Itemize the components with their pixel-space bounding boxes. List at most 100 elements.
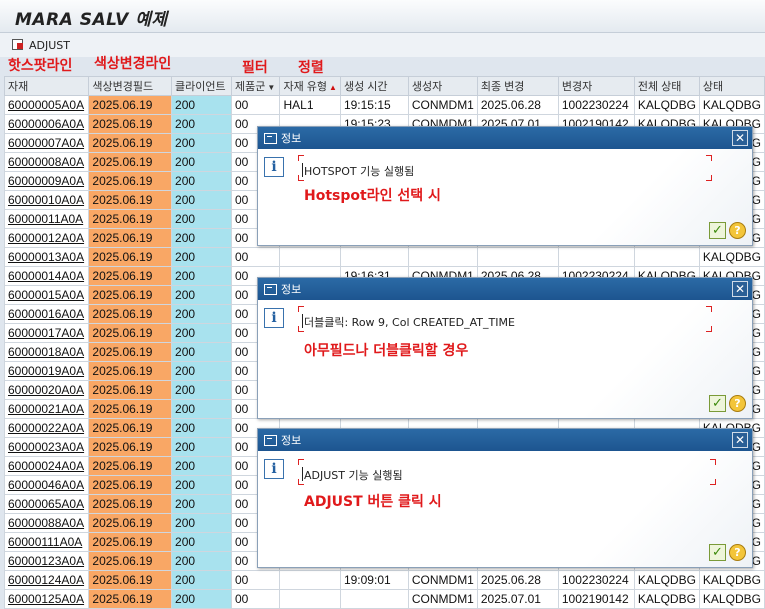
table-cell[interactable]: [557, 247, 635, 267]
table-cell[interactable]: 200: [171, 285, 232, 305]
table-row[interactable]: 60000013A0A 2025.06.19 200 00 KALQDBG: [3, 247, 765, 267]
table-cell[interactable]: KALQDBG: [633, 589, 700, 609]
table-row[interactable]: 60000124A0A 2025.06.19 200 00 19:09:01 CONMDM…: [3, 570, 765, 590]
material-hotspot-link[interactable]: 60000016A0A: [3, 304, 90, 324]
table-cell[interactable]: 00: [230, 589, 281, 609]
table-cell[interactable]: [279, 247, 341, 267]
table-cell[interactable]: 2025.06.19: [88, 418, 173, 438]
table-cell[interactable]: 2025.06.19: [88, 494, 173, 514]
table-cell[interactable]: 2025.06.28: [476, 570, 559, 590]
table-cell[interactable]: 2025.06.19: [88, 361, 173, 381]
material-hotspot-link[interactable]: 60000005A0A: [3, 95, 90, 115]
table-cell[interactable]: 00: [230, 95, 281, 115]
close-icon[interactable]: ✕: [732, 432, 748, 448]
material-hotspot-link[interactable]: 60000125A0A: [3, 589, 90, 609]
table-cell[interactable]: 2025.07.01: [476, 589, 559, 609]
table-cell[interactable]: 200: [171, 380, 232, 400]
material-hotspot-link[interactable]: 60000006A0A: [3, 114, 90, 134]
table-cell[interactable]: 200: [171, 114, 232, 134]
table-cell[interactable]: 2025.06.19: [88, 304, 173, 324]
table-cell[interactable]: 2025.06.19: [88, 570, 173, 590]
table-cell[interactable]: KALQDBG: [698, 247, 765, 267]
table-cell[interactable]: 200: [171, 456, 232, 476]
material-hotspot-link[interactable]: 60000023A0A: [3, 437, 90, 457]
table-cell[interactable]: [279, 589, 341, 609]
material-hotspot-link[interactable]: 60000124A0A: [3, 570, 90, 590]
table-cell[interactable]: 2025.06.19: [88, 247, 173, 267]
table-cell[interactable]: 200: [171, 228, 232, 248]
material-hotspot-link[interactable]: 60000111A0A: [3, 532, 90, 552]
column-header[interactable]: 클라이언트: [171, 76, 232, 96]
material-hotspot-link[interactable]: 60000088A0A: [3, 513, 90, 533]
table-cell[interactable]: 2025.06.19: [88, 285, 173, 305]
table-cell[interactable]: 2025.06.19: [88, 152, 173, 172]
table-cell[interactable]: [407, 247, 478, 267]
material-hotspot-link[interactable]: 60000009A0A: [3, 171, 90, 191]
column-header[interactable]: 제품군 ▼: [230, 76, 281, 96]
table-cell[interactable]: 200: [171, 133, 232, 153]
table-cell[interactable]: CONMDM1: [407, 95, 478, 115]
table-cell[interactable]: 2025.06.19: [88, 551, 173, 571]
material-hotspot-link[interactable]: 60000017A0A: [3, 323, 90, 343]
checkmark-icon[interactable]: ✓: [709, 544, 726, 561]
column-header[interactable]: 변경자: [557, 76, 635, 96]
table-cell[interactable]: 00: [230, 247, 281, 267]
table-cell[interactable]: CONMDM1: [407, 589, 478, 609]
column-header[interactable]: 상태: [698, 76, 765, 96]
material-hotspot-link[interactable]: 60000015A0A: [3, 285, 90, 305]
table-cell[interactable]: 1002230224: [557, 95, 635, 115]
table-cell[interactable]: [339, 247, 409, 267]
table-cell[interactable]: 2025.06.19: [88, 114, 173, 134]
table-cell[interactable]: 2025.06.19: [88, 171, 173, 191]
table-cell[interactable]: 200: [171, 266, 232, 286]
table-cell[interactable]: 200: [171, 323, 232, 343]
table-cell[interactable]: 200: [171, 304, 232, 324]
table-row[interactable]: 60000125A0A 2025.06.19 200 00 CONMDM1 2025.07…: [3, 589, 765, 609]
table-cell[interactable]: 200: [171, 532, 232, 552]
adjust-button[interactable]: ADJUST: [12, 37, 70, 53]
column-header[interactable]: 최종 변경: [476, 76, 559, 96]
checkmark-icon[interactable]: ✓: [709, 222, 726, 239]
table-cell[interactable]: [339, 589, 409, 609]
table-row[interactable]: 60000005A0A 2025.06.19 200 00 HAL1 19:15:15 CO…: [3, 95, 765, 115]
material-hotspot-link[interactable]: 60000046A0A: [3, 475, 90, 495]
material-hotspot-link[interactable]: 60000024A0A: [3, 456, 90, 476]
material-hotspot-link[interactable]: 60000011A0A: [3, 209, 90, 229]
material-hotspot-link[interactable]: 60000013A0A: [3, 247, 90, 267]
material-hotspot-link[interactable]: 60000021A0A: [3, 399, 90, 419]
table-cell[interactable]: 200: [171, 494, 232, 514]
table-cell[interactable]: 2025.06.19: [88, 323, 173, 343]
table-cell[interactable]: 00: [230, 570, 281, 590]
table-cell[interactable]: 2025.06.19: [88, 95, 173, 115]
material-hotspot-link[interactable]: 60000010A0A: [3, 190, 90, 210]
checkmark-icon[interactable]: ✓: [709, 395, 726, 412]
table-cell[interactable]: 2025.06.19: [88, 133, 173, 153]
table-cell[interactable]: KALQDBG: [633, 570, 700, 590]
column-header[interactable]: 색상변경필드: [88, 76, 173, 96]
table-cell[interactable]: HAL1: [279, 95, 341, 115]
table-cell[interactable]: 19:09:01: [339, 570, 409, 590]
material-hotspot-link[interactable]: 60000022A0A: [3, 418, 90, 438]
table-cell[interactable]: 2025.06.19: [88, 190, 173, 210]
table-cell[interactable]: [633, 247, 700, 267]
table-cell[interactable]: 200: [171, 190, 232, 210]
table-cell[interactable]: 2025.06.19: [88, 532, 173, 552]
table-cell[interactable]: 2025.06.19: [88, 209, 173, 229]
material-hotspot-link[interactable]: 60000018A0A: [3, 342, 90, 362]
table-cell[interactable]: 19:15:15: [339, 95, 409, 115]
table-cell[interactable]: 2025.06.19: [88, 228, 173, 248]
material-hotspot-link[interactable]: 60000123A0A: [3, 551, 90, 571]
table-cell[interactable]: 200: [171, 247, 232, 267]
material-hotspot-link[interactable]: 60000065A0A: [3, 494, 90, 514]
table-cell[interactable]: 200: [171, 171, 232, 191]
table-cell[interactable]: 2025.06.19: [88, 475, 173, 495]
table-cell[interactable]: 2025.06.19: [88, 456, 173, 476]
table-cell[interactable]: 200: [171, 361, 232, 381]
column-header[interactable]: 자재 유형 ▲: [279, 76, 341, 96]
column-header[interactable]: 자재: [3, 76, 90, 96]
table-cell[interactable]: 200: [171, 475, 232, 495]
help-icon[interactable]: ?: [729, 395, 746, 412]
material-hotspot-link[interactable]: 60000007A0A: [3, 133, 90, 153]
table-cell[interactable]: 2025.06.19: [88, 342, 173, 362]
table-cell[interactable]: 200: [171, 589, 232, 609]
